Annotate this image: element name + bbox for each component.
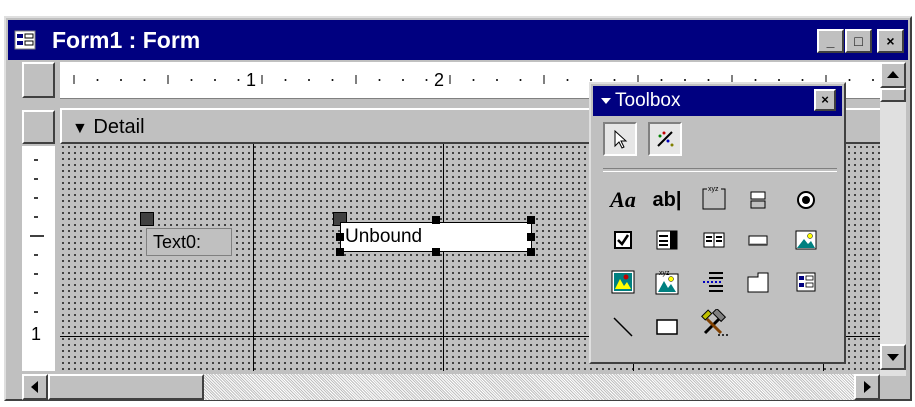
ruler-tick — [472, 79, 475, 81]
scroll-left-button[interactable] — [22, 374, 48, 400]
scroll-left-icon — [31, 381, 38, 393]
ruler-tick — [496, 79, 498, 81]
unbound-object-frame-tool-icon[interactable] — [606, 265, 640, 299]
ruler-tick — [613, 79, 616, 81]
ruler-tick — [331, 79, 334, 81]
toolbox-menu-icon[interactable] — [600, 94, 612, 112]
vertical-ruler[interactable]: 1 — [22, 146, 55, 371]
section-arrow-icon: ▼ — [72, 120, 88, 137]
ruler-mark-2: 2 — [434, 70, 445, 90]
list-box-tool-icon[interactable] — [697, 223, 731, 257]
toolbox-close-button[interactable]: × — [814, 89, 836, 111]
detail-section-text: Detail — [93, 116, 145, 138]
ruler-tick — [237, 79, 240, 81]
bound-object-frame-tool-text: xyz — [659, 270, 670, 277]
ruler-tick — [214, 79, 216, 81]
ruler-tick — [660, 79, 663, 81]
form-icon[interactable] — [14, 29, 36, 51]
resize-handle[interactable] — [432, 248, 440, 256]
form-selector[interactable] — [22, 62, 55, 98]
minimize-button[interactable]: _ — [817, 29, 844, 53]
toolbox-title: Toolbox — [615, 90, 681, 111]
label-move-handle[interactable] — [140, 212, 154, 226]
ruler-tick — [190, 79, 193, 81]
scroll-down-icon — [887, 354, 899, 361]
more-controls-tool-icon[interactable] — [697, 307, 731, 341]
subform-tool-icon[interactable] — [789, 265, 823, 299]
detail-section-label: ▼ Detail — [72, 115, 145, 141]
control-wizards-tool-icon[interactable] — [648, 122, 682, 156]
ruler-mark-1: 1 — [246, 70, 257, 90]
horizontal-scroll-thumb[interactable] — [48, 374, 204, 400]
select-objects-tool-icon[interactable] — [603, 122, 637, 156]
scroll-right-button[interactable] — [854, 374, 880, 400]
scroll-down-button[interactable] — [880, 344, 906, 370]
combo-box-tool-icon[interactable] — [650, 223, 684, 257]
line-tool-icon[interactable] — [606, 310, 640, 344]
ruler-tick — [120, 79, 122, 81]
ruler-tick — [96, 79, 99, 81]
restore-icon: □ — [854, 33, 863, 49]
text-box-tool-icon[interactable]: ab| — [650, 183, 684, 217]
close-icon: × — [821, 92, 829, 107]
ruler-tick — [754, 79, 757, 81]
option-button-tool-icon[interactable] — [789, 183, 823, 217]
unbound-textbox-text: Unbound — [345, 226, 423, 247]
vertical-ruler-mark-1: 1 — [31, 324, 42, 344]
window-title: Form1 : Form — [52, 27, 201, 53]
scroll-up-icon — [887, 71, 899, 78]
check-box-tool-icon[interactable] — [606, 223, 640, 257]
ruler-tick — [801, 79, 804, 81]
restore-button[interactable]: □ — [845, 29, 872, 53]
resize-handle[interactable] — [336, 233, 344, 241]
resize-handle[interactable] — [527, 248, 535, 256]
resize-handle[interactable] — [336, 248, 344, 256]
vertical-scrollbar[interactable] — [880, 62, 906, 376]
label-tool-icon[interactable]: Aa — [606, 183, 640, 217]
ruler-tick — [519, 79, 522, 81]
ruler-tick — [378, 79, 381, 81]
minimize-icon: _ — [826, 33, 835, 49]
ruler-tick — [684, 79, 686, 81]
bound-object-frame-tool-icon[interactable]: xyz — [650, 265, 684, 299]
ruler-tick — [143, 79, 146, 81]
resize-handle[interactable] — [527, 216, 535, 224]
scroll-right-icon — [864, 381, 871, 393]
option-group-tool-icon[interactable]: xyz — [697, 180, 731, 214]
ruler-tick — [284, 79, 287, 81]
vertical-scroll-thumb[interactable] — [880, 88, 906, 102]
ruler-tick — [707, 79, 710, 81]
resize-handle[interactable] — [432, 216, 440, 224]
close-icon: × — [886, 33, 895, 49]
rectangle-tool-icon[interactable] — [650, 310, 684, 344]
ruler-tick — [778, 79, 780, 81]
toolbox-separator — [603, 168, 837, 172]
ruler-tick — [872, 79, 874, 81]
command-button-tool-icon[interactable] — [741, 223, 775, 257]
ruler-tick — [425, 79, 428, 81]
close-button[interactable]: × — [877, 29, 904, 53]
section-selector[interactable] — [22, 110, 55, 144]
ruler-tick — [590, 79, 592, 81]
resize-handle[interactable] — [527, 233, 535, 241]
tab-control-tool-icon[interactable] — [741, 265, 775, 299]
ruler-tick — [308, 79, 310, 81]
ruler-tick — [402, 79, 404, 81]
scroll-up-button[interactable] — [880, 62, 906, 88]
toggle-button-tool-icon[interactable] — [741, 183, 775, 217]
page-break-tool-icon[interactable] — [697, 265, 731, 299]
ruler-tick — [566, 79, 569, 81]
option-group-tool-text: xyz — [708, 186, 719, 193]
text0-label[interactable]: Text0: — [146, 228, 232, 256]
image-tool-icon[interactable] — [789, 223, 823, 257]
ruler-tick — [848, 79, 851, 81]
